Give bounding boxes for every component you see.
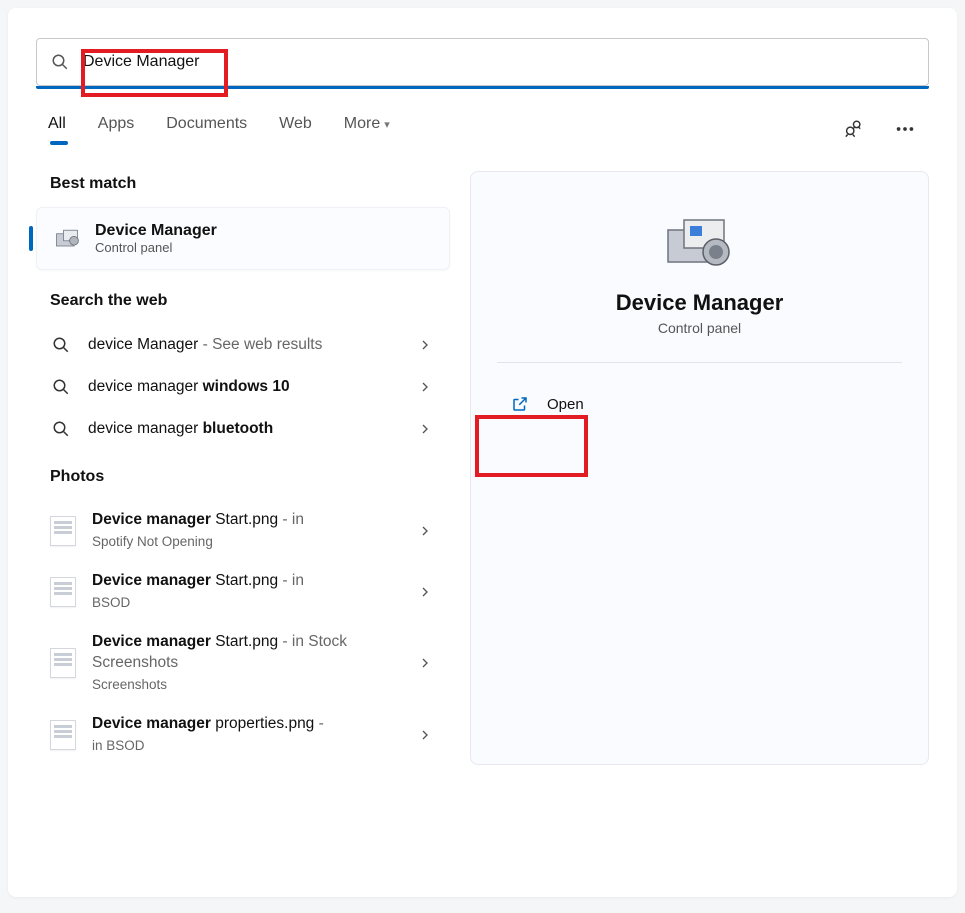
photo-result[interactable]: Device manager Start.png - in BSOD <box>36 561 450 622</box>
chevron-right-icon <box>414 652 436 674</box>
photo-result-text: Device manager properties.png - in BSOD <box>92 714 398 755</box>
chevron-right-icon <box>414 376 436 398</box>
photo-result-text: Device manager Start.png - in BSOD <box>92 571 398 612</box>
divider <box>497 362 902 363</box>
best-match-subtitle: Control panel <box>95 240 217 255</box>
search-icon <box>50 376 72 398</box>
photo-result-text: Device manager Start.png - in Spotify No… <box>92 510 398 551</box>
open-button[interactable]: Open <box>497 385 902 423</box>
chevron-right-icon <box>414 418 436 440</box>
web-result-text: device manager bluetooth <box>88 419 398 440</box>
chevron-right-icon <box>414 724 436 746</box>
preview-app-icon <box>660 212 740 272</box>
preview-pane: Device Manager Control panel Open <box>470 171 929 765</box>
results-list: Best match Device Manager Control panel … <box>36 171 450 765</box>
best-match-title: Device Manager <box>95 222 217 240</box>
tab-apps[interactable]: Apps <box>98 115 134 143</box>
photo-result[interactable]: Device manager properties.png - in BSOD <box>36 704 450 765</box>
tab-web[interactable]: Web <box>279 115 312 143</box>
tab-all[interactable]: All <box>48 115 66 143</box>
more-options-icon[interactable] <box>893 117 917 141</box>
chevron-right-icon <box>414 334 436 356</box>
results-body: Best match Device Manager Control panel … <box>8 143 957 765</box>
best-match-text: Device Manager Control panel <box>95 222 217 255</box>
header-actions <box>841 117 917 141</box>
search-query-text: Device Manager <box>83 53 200 71</box>
web-result[interactable]: device manager windows 10 <box>36 366 450 408</box>
preview-title: Device Manager <box>616 290 784 316</box>
search-input[interactable]: Device Manager <box>36 38 929 86</box>
search-icon <box>50 418 72 440</box>
chevron-right-icon <box>414 581 436 603</box>
search-window: Device Manager All Apps Documents Web Mo… <box>8 8 957 897</box>
web-result[interactable]: device manager bluetooth <box>36 408 450 450</box>
image-file-icon <box>50 577 76 607</box>
preview-actions: Open <box>497 385 902 423</box>
filter-tabs: All Apps Documents Web More ▾ <box>8 89 957 143</box>
image-file-icon <box>50 720 76 750</box>
open-label: Open <box>547 396 584 413</box>
section-best-match: Best match <box>36 171 450 207</box>
feedback-icon[interactable] <box>841 117 865 141</box>
image-file-icon <box>50 516 76 546</box>
photo-result-text: Device manager Start.png - in Stock Scre… <box>92 632 398 694</box>
search-bar-wrap: Device Manager <box>8 8 957 86</box>
preview-subtitle: Control panel <box>658 320 741 336</box>
search-icon <box>51 53 69 71</box>
web-result-text: device manager windows 10 <box>88 377 398 398</box>
search-icon <box>50 334 72 356</box>
photo-result[interactable]: Device manager Start.png - in Stock Scre… <box>36 622 450 704</box>
chevron-down-icon: ▾ <box>384 119 390 131</box>
section-web: Search the web <box>36 270 450 324</box>
device-manager-icon <box>53 225 81 253</box>
tab-more[interactable]: More ▾ <box>344 115 390 143</box>
open-external-icon <box>511 395 529 413</box>
section-photos: Photos <box>36 450 450 500</box>
tab-documents[interactable]: Documents <box>166 115 247 143</box>
web-result[interactable]: device Manager - See web results <box>36 324 450 366</box>
chevron-right-icon <box>414 520 436 542</box>
photo-result[interactable]: Device manager Start.png - in Spotify No… <box>36 500 450 561</box>
web-result-text: device Manager - See web results <box>88 335 398 356</box>
best-match-result[interactable]: Device Manager Control panel <box>36 207 450 270</box>
image-file-icon <box>50 648 76 678</box>
tab-more-label: More <box>344 115 380 132</box>
